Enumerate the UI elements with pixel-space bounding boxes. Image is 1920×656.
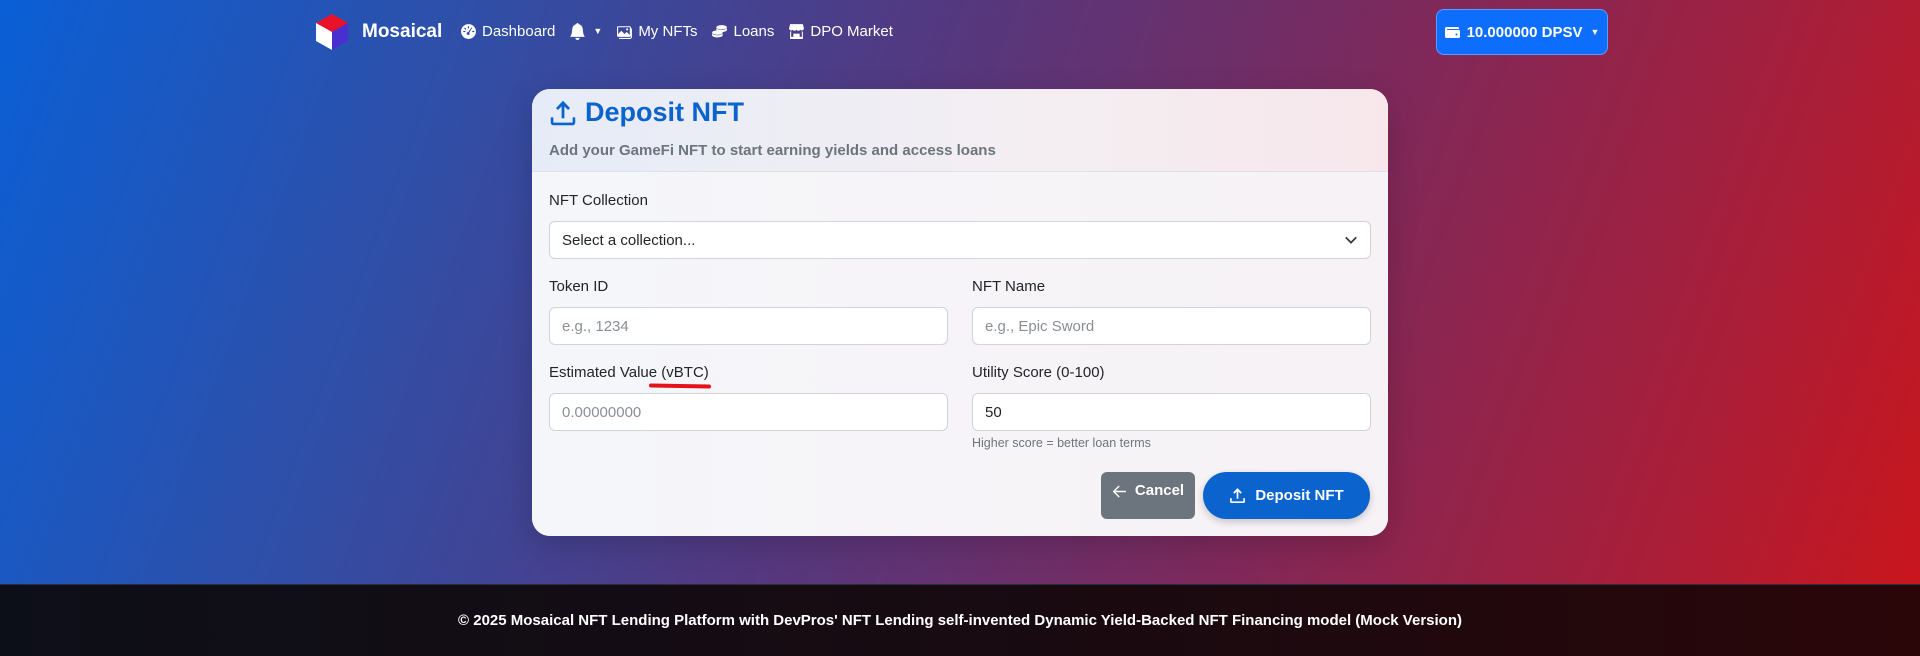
upload-icon — [550, 100, 576, 125]
card-header: Deposit NFT Add your GameFi NFT to start… — [532, 89, 1388, 172]
token-id-placeholder: e.g., 1234 — [562, 317, 629, 335]
collection-select[interactable]: Select a collection... — [549, 221, 1371, 259]
card-title: Deposit NFT — [549, 97, 744, 128]
nft-name-placeholder: e.g., Epic Sword — [985, 317, 1095, 335]
chevron-down-icon: ▼ — [593, 26, 603, 36]
brand-link[interactable]: Mosaical — [312, 12, 442, 52]
arrow-left-icon — [1112, 485, 1126, 498]
nav-my-nfts-label: My NFTs — [638, 22, 698, 40]
deposit-nft-button-label: Deposit NFT — [1255, 487, 1344, 504]
chevron-down-icon: ▼ — [1590, 27, 1600, 37]
cancel-button-label: Cancel — [1134, 482, 1185, 499]
collection-label: NFT Collection — [549, 192, 648, 209]
estimated-value-placeholder: 0.00000000 — [562, 403, 642, 421]
nav-dpo-market[interactable]: DPO Market — [788, 23, 893, 40]
deposit-nft-button[interactable]: Deposit NFT — [1203, 472, 1370, 519]
footer: © 2025 Mosaical NFT Lending Platform wit… — [0, 584, 1920, 656]
utility-score-input[interactable]: 50 — [972, 393, 1371, 431]
nft-name-label: NFT Name — [972, 278, 1046, 295]
nav-loans-label: Loans — [733, 22, 775, 40]
images-icon — [617, 25, 633, 39]
estimated-value-input[interactable]: 0.00000000 — [549, 393, 948, 431]
token-id-input[interactable]: e.g., 1234 — [549, 307, 948, 345]
utility-score-help: Higher score = better loan terms — [972, 436, 1151, 450]
cancel-button[interactable]: Cancel — [1101, 472, 1195, 519]
collection-selected-value: Select a collection... — [562, 231, 696, 249]
estimated-value-label: Estimated Value (vBTC) — [549, 364, 709, 381]
nav-my-nfts[interactable]: My NFTs — [616, 23, 697, 40]
card-title-text: Deposit NFT — [585, 97, 744, 127]
shop-icon — [789, 23, 805, 39]
wallet-balance: 10.000000 DPSV — [1466, 23, 1583, 41]
nft-name-input[interactable]: e.g., Epic Sword — [972, 307, 1371, 345]
nav-links: Dashboard ▼ My NFTs Loans DPO Market — [460, 18, 893, 44]
wallet-dropdown[interactable]: 10.000000 DPSV ▼ — [1436, 9, 1608, 55]
nav-dashboard-label: Dashboard — [482, 22, 556, 40]
cube-logo-icon — [316, 14, 348, 50]
footer-text: © 2025 Mosaical NFT Lending Platform wit… — [458, 612, 1462, 629]
chevron-down-icon — [1345, 236, 1357, 244]
coins-icon — [712, 24, 728, 37]
upload-icon — [1230, 488, 1246, 503]
utility-score-value: 50 — [985, 403, 1002, 421]
token-id-label: Token ID — [549, 278, 609, 295]
bell-icon — [570, 22, 586, 40]
utility-score-label: Utility Score (0-100) — [972, 364, 1105, 381]
nav-dpo-market-label: DPO Market — [810, 22, 893, 40]
nav-loans[interactable]: Loans — [711, 23, 774, 40]
notifications-dropdown[interactable]: ▼ — [569, 22, 603, 40]
navbar: Mosaical Dashboard ▼ My NFTs Loans DPO M… — [0, 0, 1920, 64]
nav-dashboard[interactable]: Dashboard — [460, 23, 555, 40]
card-subtitle: Add your GameFi NFT to start earning yie… — [549, 142, 996, 159]
wallet-icon — [1444, 27, 1460, 38]
brand-name: Mosaical — [362, 21, 443, 42]
speedometer-icon — [461, 23, 476, 39]
